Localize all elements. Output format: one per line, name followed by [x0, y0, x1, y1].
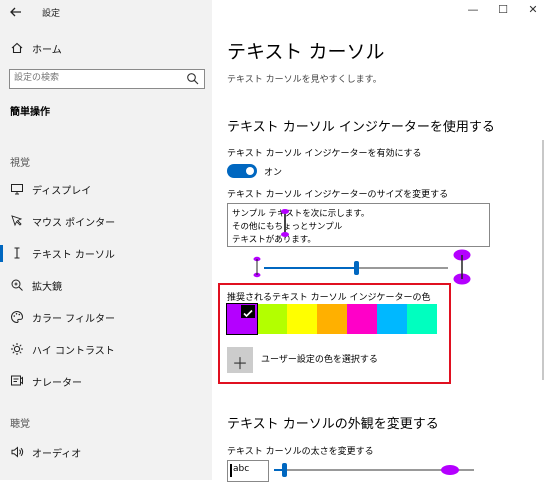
- color-filter-icon: [11, 310, 24, 324]
- sidebar-item-label: ディスプレイ: [32, 186, 92, 197]
- color-swatch-row: [226, 303, 439, 335]
- scrollbar[interactable]: [542, 140, 544, 380]
- slider-fill: [264, 267, 356, 269]
- magnifier-icon: [11, 279, 23, 291]
- back-button[interactable]: [8, 4, 24, 20]
- display-icon: [11, 184, 23, 195]
- toggle-state: オン: [264, 168, 283, 178]
- mouse-pointer-icon: [11, 215, 23, 227]
- size-label: テキスト カーソル インジケーターのサイズを変更する: [227, 190, 449, 200]
- sidebar-item-label: 拡大鏡: [32, 282, 62, 293]
- sidebar-item-display[interactable]: ディスプレイ: [0, 173, 212, 205]
- sidebar-item-label: ハイ コントラスト: [32, 346, 115, 357]
- thickness-preview-box: abc: [227, 460, 269, 482]
- thickness-label: テキスト カーソルの太さを変更する: [227, 447, 374, 457]
- custom-color-button[interactable]: ＋: [227, 347, 253, 373]
- thickness-preview-cursor: [230, 464, 232, 477]
- back-arrow-icon: [10, 7, 21, 17]
- thickness-preview-text: abc: [233, 464, 250, 474]
- color-swatch[interactable]: [377, 304, 407, 334]
- sidebar-item-label: ホーム: [32, 45, 62, 56]
- sidebar-item-label: テキスト カーソル: [32, 250, 115, 261]
- search-input[interactable]: [14, 71, 174, 85]
- checkmark-icon: [243, 309, 253, 318]
- sidebar-item-text-cursor[interactable]: テキスト カーソル: [0, 237, 212, 269]
- large-indicator-icon: [453, 249, 471, 285]
- page-title: テキスト カーソル: [227, 41, 385, 63]
- sidebar-item-label: オーディオ: [32, 449, 82, 460]
- maximize-button[interactable]: ☐: [491, 0, 515, 20]
- thick-indicator-icon: [441, 465, 459, 475]
- text-cursor-icon: [14, 247, 20, 259]
- appearance-heading: テキスト カーソルの外観を変更する: [227, 417, 439, 432]
- indicator-toggle[interactable]: [227, 164, 257, 178]
- indicator-dot-top: [281, 209, 289, 214]
- indicator-heading: テキスト カーソル インジケーターを使用する: [227, 120, 495, 135]
- minimize-button[interactable]: —: [461, 0, 485, 20]
- color-swatch[interactable]: [317, 304, 347, 334]
- sample-line: その他にもちょっとサンプル: [232, 222, 343, 232]
- size-slider[interactable]: [264, 258, 448, 278]
- high-contrast-icon: [11, 343, 23, 355]
- page-subtitle: テキスト カーソルを見やすくします。: [227, 75, 382, 85]
- toggle-knob: [246, 167, 254, 175]
- slider-thumb[interactable]: [282, 463, 287, 477]
- sidebar-item-mouse-pointer[interactable]: マウス ポインター: [0, 205, 212, 237]
- narrator-icon: [11, 375, 23, 386]
- sample-line: サンプル テキストを次に示します。: [232, 209, 370, 219]
- sidebar-item-magnifier[interactable]: 拡大鏡: [0, 269, 212, 301]
- close-button[interactable]: ✕: [521, 0, 545, 20]
- indicator-dot-bottom: [281, 232, 289, 237]
- search-box[interactable]: [9, 69, 205, 89]
- plus-icon: ＋: [231, 354, 248, 373]
- sidebar-item-home[interactable]: ホーム: [0, 32, 212, 64]
- section-header-hearing: 聴覚: [10, 419, 30, 430]
- sidebar-item-label: マウス ポインター: [32, 218, 116, 229]
- sidebar-item-label: ナレーター: [32, 378, 82, 389]
- audio-icon: [11, 446, 24, 458]
- color-swatch[interactable]: [257, 304, 287, 334]
- color-swatch[interactable]: [287, 304, 317, 334]
- recommended-colors-label: 推奨されるテキスト カーソル インジケーターの色: [227, 293, 431, 303]
- sample-text-box: サンプル テキストを次に示します。 その他にもちょっとサンプル テキストがありま…: [227, 203, 490, 247]
- selected-indicator: [0, 245, 3, 262]
- window-title: 設定: [42, 9, 61, 19]
- search-icon[interactable]: [186, 72, 199, 85]
- sidebar-item-color-filter[interactable]: カラー フィルター: [0, 301, 212, 333]
- toggle-label: テキスト カーソル インジケーターを有効にする: [227, 149, 422, 159]
- sidebar-item-high-contrast[interactable]: ハイ コントラスト: [0, 333, 212, 365]
- custom-color-label[interactable]: ユーザー設定の色を選択する: [261, 352, 378, 365]
- category-title: 簡単操作: [10, 107, 50, 118]
- color-swatch[interactable]: [347, 304, 377, 334]
- sidebar-item-audio[interactable]: オーディオ: [0, 436, 212, 468]
- selected-check-badge: [241, 305, 255, 318]
- small-indicator-icon: [253, 256, 261, 278]
- sidebar-item-narrator[interactable]: ナレーター: [0, 365, 212, 397]
- color-swatch[interactable]: [407, 304, 437, 334]
- section-header-vision: 視覚: [10, 158, 30, 169]
- sidebar-item-label: カラー フィルター: [32, 314, 115, 325]
- sidebar: 設定 ホーム 簡単操作 視覚 ディスプレイ マウス ポインター テキスト カーソ…: [0, 0, 212, 480]
- slider-thumb[interactable]: [354, 261, 359, 275]
- main-content: — ☐ ✕ テキスト カーソル テキスト カーソルを見やすくします。 テキスト …: [212, 0, 550, 482]
- home-icon: [11, 42, 23, 54]
- sample-line: テキストがあります。: [232, 235, 316, 245]
